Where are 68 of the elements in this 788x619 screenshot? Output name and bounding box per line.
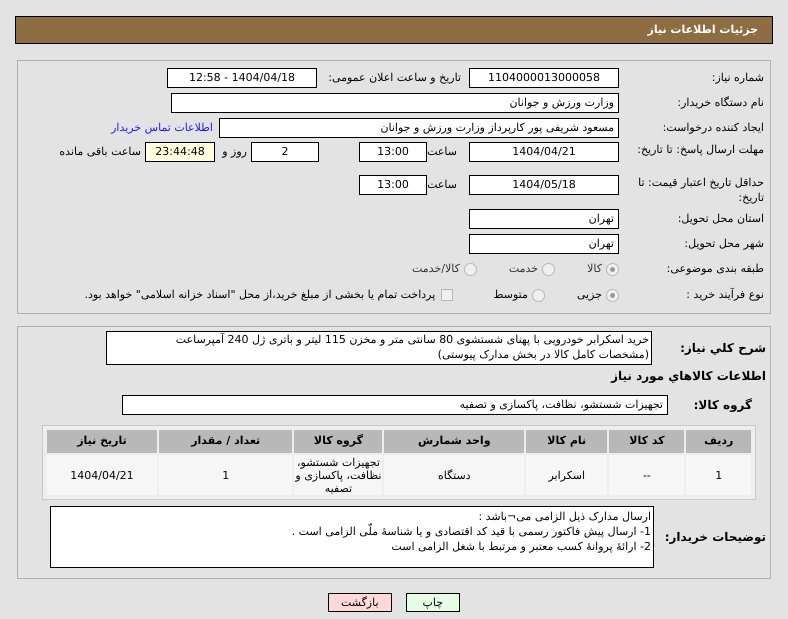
radio-label: جزیی xyxy=(576,286,602,303)
announce-date-field: 1404/04/18 - 12:58 xyxy=(167,68,317,88)
radio-button[interactable] xyxy=(606,262,619,276)
radio-label: کالا/خدمت xyxy=(412,260,460,277)
field-label: نوع فرآیند خرید : xyxy=(685,286,764,303)
field-label: روز و xyxy=(220,144,248,160)
field-label: استان محل تحویل: xyxy=(676,210,764,227)
table-cell: اسکرابر xyxy=(526,455,608,495)
radio-button[interactable] xyxy=(542,262,556,276)
field-label: تاریخ و ساعت اعلان عمومی: xyxy=(327,70,462,86)
description-box[interactable]: خرید اسکرابر خودرویی با پهنای شستشوی 80 سانتی متر و مخزن 115 لیتر و باتری ژل 240 آمپرساعت (مشخصات کامل کالا در بخش مدارک پیوستی) xyxy=(106,331,652,365)
field-label: ساعت xyxy=(427,144,458,160)
print-button[interactable]: چاپ xyxy=(406,593,460,612)
requester-field: مسعود شریفی پور کارپرداز وزارت ورزش و جوانان xyxy=(219,118,619,138)
field-label: حداقل تاریخ اعتبار قیمت: تا تاریخ: xyxy=(637,175,764,205)
field-label: شماره نیاز: xyxy=(710,70,764,86)
radio-label: متوسط xyxy=(493,286,528,303)
column-header: تاریخ نیاز xyxy=(47,430,157,453)
column-header: تعداد / مقدار xyxy=(158,430,292,453)
field-label: ساعت xyxy=(427,177,458,193)
table-cell: دستگاه xyxy=(384,455,524,495)
radio-label: کالا xyxy=(587,260,602,277)
deadline-date-field: 1404/04/21 xyxy=(469,142,619,162)
table-cell: 1404/04/21 xyxy=(47,455,157,495)
need-number-field: 1104000013000058 xyxy=(469,68,619,88)
field-label: شرح کلي نیاز: xyxy=(679,340,766,357)
description-line: (مشخصات کامل کالا در بخش مدارک پیوستی) xyxy=(436,347,649,362)
radio-button[interactable] xyxy=(606,288,619,302)
checkbox[interactable] xyxy=(441,289,454,301)
column-header: ردیف xyxy=(686,430,751,453)
field-label: طبقه بندی موضوعی: xyxy=(666,260,764,277)
radio-label: خدمت xyxy=(508,260,538,277)
field-label: توضیحات خریدار: xyxy=(664,529,766,546)
table-cell: 1 xyxy=(686,455,751,495)
validity-date-field: 1404/05/18 xyxy=(469,175,619,195)
table-cell: تجهیزات شستشو، نظافت، پاکسازی و تصفیه xyxy=(294,455,382,495)
column-header: نام کالا xyxy=(526,430,608,453)
column-header: کد کالا xyxy=(609,430,684,453)
radio-button[interactable] xyxy=(464,262,477,276)
city-field: تهران xyxy=(469,234,619,254)
notes-line: 2- ارائۀ پروانۀ کسب معتبر و مرتبط با شغل الزامی است xyxy=(390,539,651,554)
table-cell: -- xyxy=(609,455,684,495)
section-heading: اطلاعات کالاهاي مورد نیاز xyxy=(610,368,766,385)
province-field: تهران xyxy=(469,209,619,229)
description-line: خرید اسکرابر خودرویی با پهنای شستشوی 80 سانتی متر و مخزن 115 لیتر و باتری ژل 240 آمپرساعت xyxy=(174,332,649,347)
field-label: مهلت ارسال پاسخ: تا تاریخ: xyxy=(636,142,764,157)
column-header: واحد شمارش xyxy=(384,430,524,453)
radio-button[interactable] xyxy=(532,288,545,302)
buyer-notes-box[interactable]: ارسال مدارک ذیل الزامی می¬باشد : 1- ارسال پیش فاکتور رسمی با قید کد اقتصادی و یا شناسۀ ملّی الزامی است . 2- ارائۀ پروانۀ کسب معتبر و مرتبط با شغل الزامی است xyxy=(50,506,654,568)
field-label: شهر محل تحویل: xyxy=(683,236,764,252)
field-label: ایجاد کننده درخواست: xyxy=(662,120,764,136)
field-label: نام دستگاه خریدار: xyxy=(676,94,764,111)
checkbox-label: پرداخت تمام یا بخشی از مبلغ خرید،از محل "اسناد خزانه اسلامی" خواهد بود. xyxy=(84,286,436,303)
days-field: 2 xyxy=(251,142,319,162)
deadline-time-field: 13:00 xyxy=(359,142,427,162)
validity-time-field: 13:00 xyxy=(359,175,427,195)
table-cell: 1 xyxy=(158,455,292,495)
notes-line: 1- ارسال پیش فاکتور رسمی با قید کد اقتصادی و یا شناسۀ ملّی الزامی است . xyxy=(290,524,651,539)
remaining-time-field: 23:44:48 xyxy=(145,142,215,162)
page-header: جزئیات اطلاعات نیاز xyxy=(15,16,773,44)
notes-line: ارسال مدارک ذیل الزامی می¬باشد : xyxy=(477,509,651,524)
field-label: ساعت باقی مانده xyxy=(58,144,142,160)
goods-group-field: تجهیزات شستشو، نظافت، پاکسازی و تصفیه xyxy=(122,395,668,415)
back-button[interactable]: بازگشت xyxy=(328,593,392,612)
field-label: گروه کالا: xyxy=(692,397,753,414)
column-header: گروه کالا xyxy=(294,430,382,453)
buyer-org-field: وزارت ورزش و جوانان xyxy=(171,93,619,113)
buyer-contact-link[interactable]: اطلاعات تماس خریدار xyxy=(111,120,213,136)
